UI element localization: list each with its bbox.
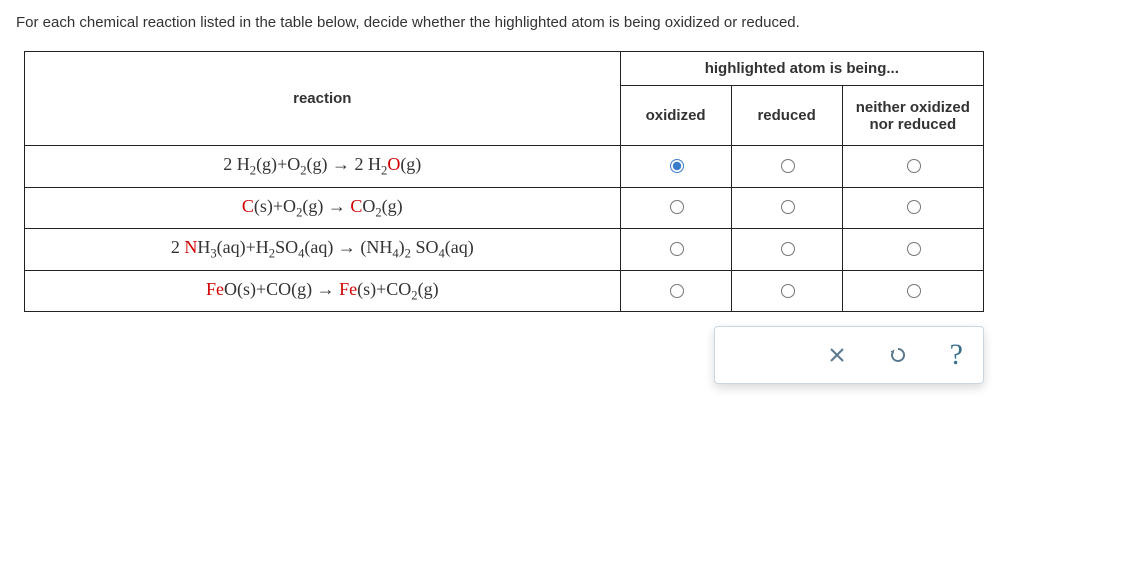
reaction-equation: 2 NH3(aq)+H2SO4(aq) → (NH4)2 SO4(aq) [25, 229, 621, 271]
radio-oxidized[interactable] [670, 242, 684, 256]
close-icon [828, 346, 846, 364]
table-row: 2 H2(g)+O2(g) → 2 H2O(g) [25, 146, 984, 188]
radio-oxidized[interactable] [670, 159, 684, 173]
radio-reduced[interactable] [781, 242, 795, 256]
help-button[interactable]: ? [946, 336, 967, 374]
col-header-oxidized-text: oxidized [646, 107, 706, 124]
col-header-neither: neither oxidized nor reduced [842, 86, 983, 146]
highlighted-atom: O [387, 154, 400, 174]
col-header-group: highlighted atom is being... [620, 52, 983, 86]
col-header-reaction: reaction [25, 52, 621, 146]
table-row: FeO(s)+CO(g) → Fe(s)+CO2(g) [25, 270, 984, 312]
radio-reduced[interactable] [781, 200, 795, 214]
highlighted-atom: C [350, 196, 362, 216]
radio-reduced[interactable] [781, 284, 795, 298]
radio-neither[interactable] [907, 284, 921, 298]
radio-oxidized[interactable] [670, 200, 684, 214]
highlighted-atom: N [184, 237, 197, 257]
reaction-equation: FeO(s)+CO(g) → Fe(s)+CO2(g) [25, 270, 621, 312]
col-header-reaction-text: reaction [293, 90, 351, 107]
col-header-reduced: reduced [731, 86, 842, 146]
highlighted-atom: Fe [206, 279, 224, 299]
radio-oxidized[interactable] [670, 284, 684, 298]
reactions-table: reaction highlighted atom is being... ox… [24, 51, 984, 312]
col-header-neither-text: neither oxidized nor reduced [856, 99, 970, 133]
highlighted-atom: C [242, 196, 254, 216]
radio-reduced[interactable] [781, 159, 795, 173]
highlighted-atom: Fe [339, 279, 357, 299]
answer-toolbar: ? [714, 326, 984, 384]
table-row: C(s)+O2(g) → CO2(g) [25, 187, 984, 229]
question-prompt: For each chemical reaction listed in the… [16, 12, 1119, 33]
radio-neither[interactable] [907, 242, 921, 256]
table-row: 2 NH3(aq)+H2SO4(aq) → (NH4)2 SO4(aq) [25, 229, 984, 271]
reaction-equation: 2 H2(g)+O2(g) → 2 H2O(g) [25, 146, 621, 188]
reset-button[interactable] [884, 341, 912, 369]
clear-button[interactable] [824, 342, 850, 368]
radio-neither[interactable] [907, 200, 921, 214]
col-header-group-text: highlighted atom is being... [705, 60, 899, 77]
radio-neither[interactable] [907, 159, 921, 173]
col-header-oxidized: oxidized [620, 86, 731, 146]
undo-icon [888, 345, 908, 365]
reaction-equation: C(s)+O2(g) → CO2(g) [25, 187, 621, 229]
col-header-reduced-text: reduced [757, 107, 815, 124]
